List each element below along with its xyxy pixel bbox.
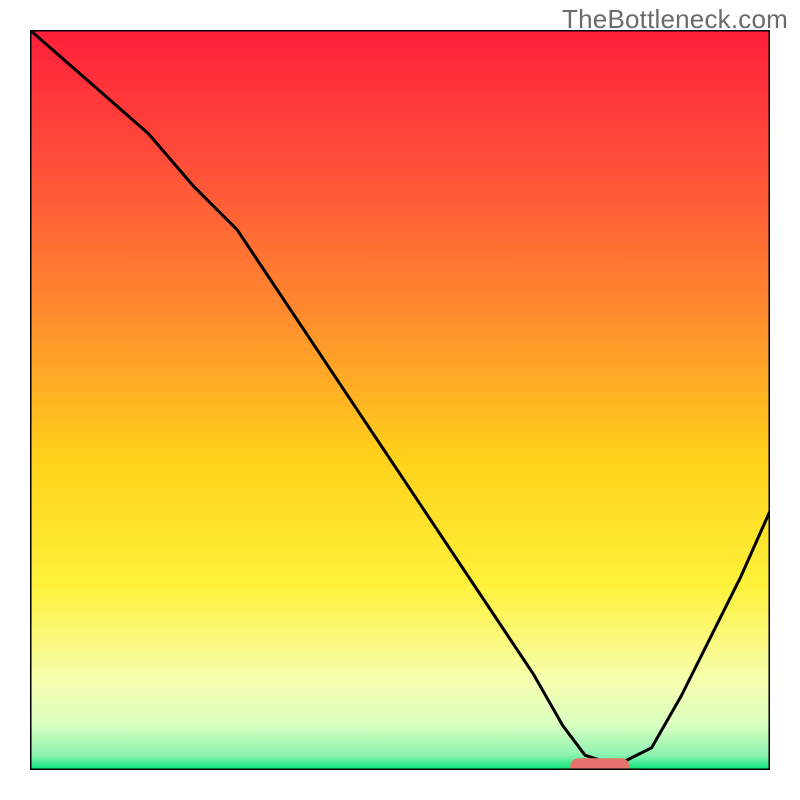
plot-area	[30, 30, 770, 770]
marker-layer	[570, 758, 629, 770]
chart-container: TheBottleneck.com	[0, 0, 800, 800]
chart-svg	[30, 30, 770, 770]
marker-optimal-zone	[570, 758, 629, 770]
gradient-background	[30, 30, 770, 770]
